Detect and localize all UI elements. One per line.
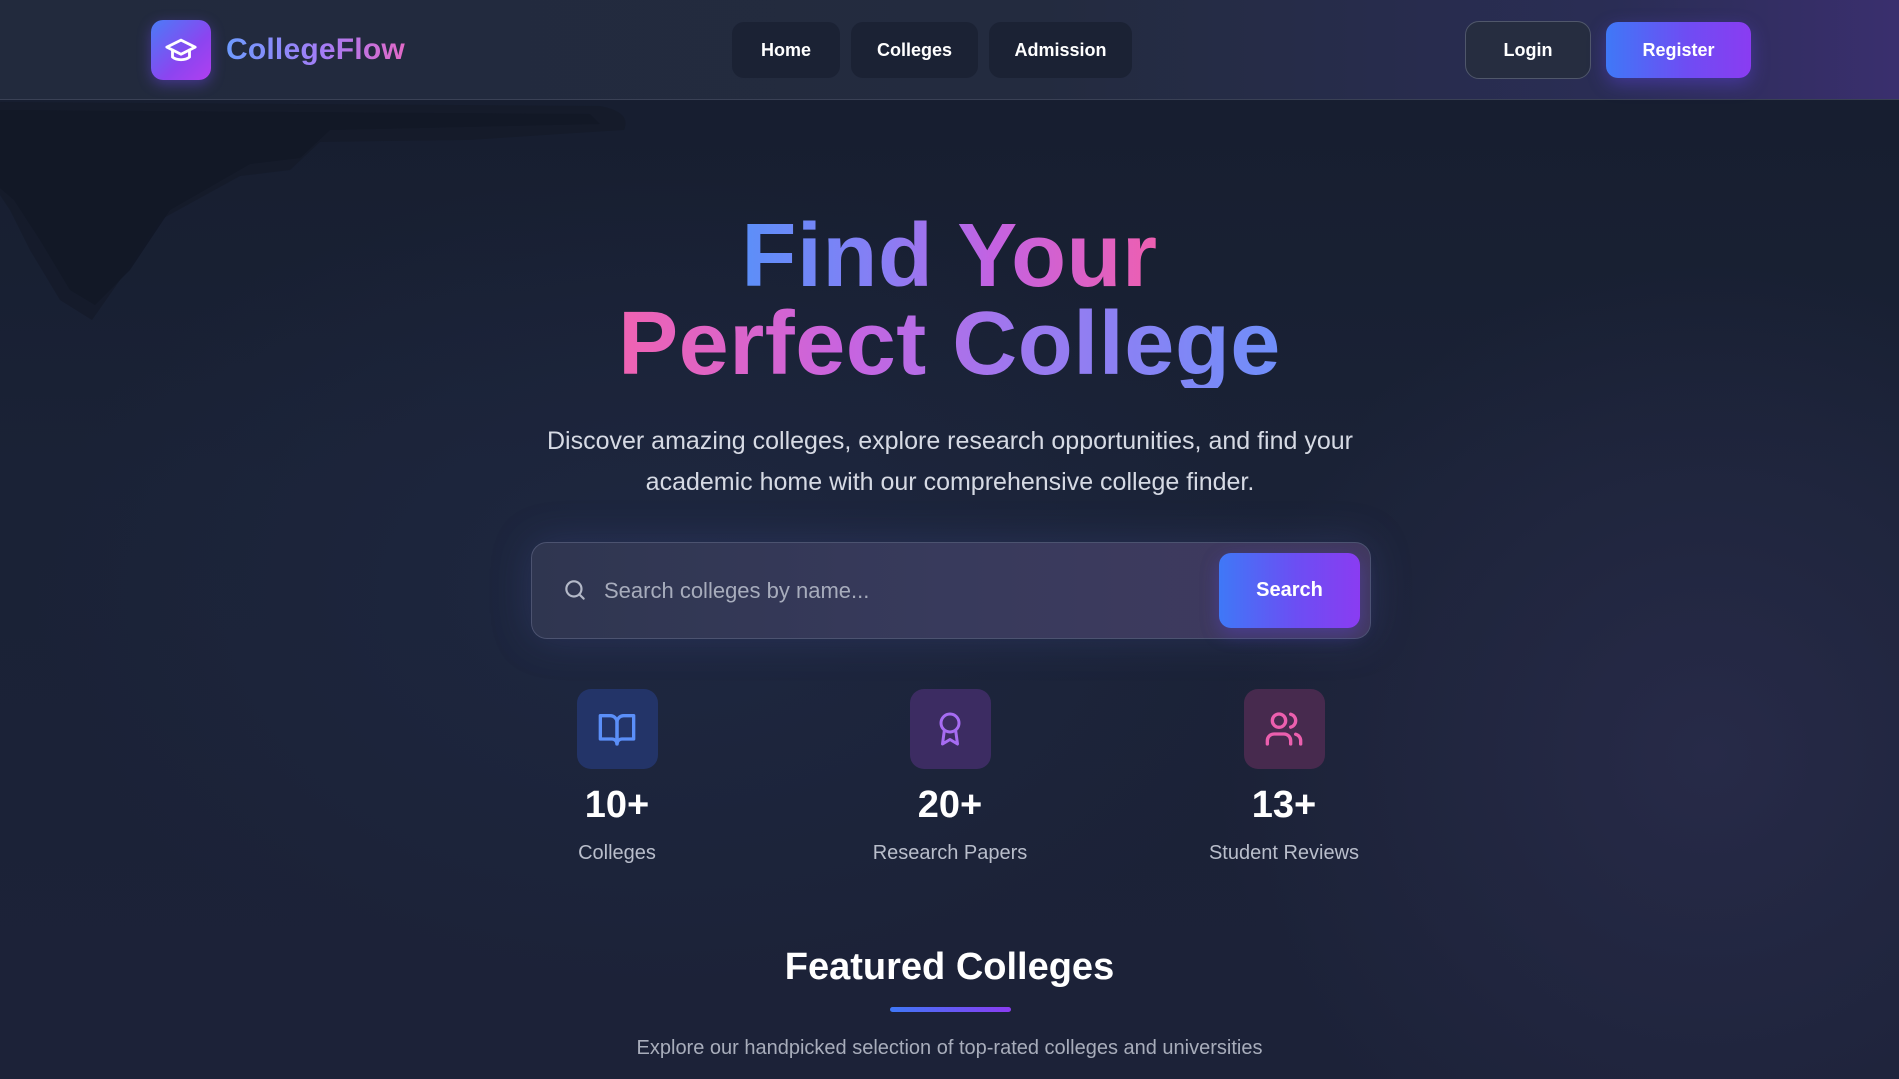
login-button[interactable]: Login (1465, 21, 1591, 79)
search-input[interactable] (602, 565, 1166, 617)
nav-home[interactable]: Home (732, 22, 840, 78)
featured-colleges-heading: Featured Colleges (784, 946, 1115, 988)
stat-label: Colleges (578, 842, 656, 864)
stat-colleges: 10+ Colleges (497, 689, 737, 865)
stat-label: Research Papers (872, 842, 1028, 864)
heading-underline (890, 1007, 1011, 1012)
brand-name: CollegeFlow (226, 33, 405, 66)
stat-label: Student Reviews (1208, 842, 1360, 864)
hero-heading: Find Your Perfect College (0, 206, 1899, 394)
main-nav: Home Colleges Admission (732, 22, 1132, 78)
nav-colleges[interactable]: Colleges (851, 22, 978, 78)
stat-value: 10+ (584, 784, 650, 826)
stat-student-reviews: 13+ Student Reviews (1164, 689, 1404, 865)
register-button[interactable]: Register (1606, 22, 1751, 78)
nav-admission[interactable]: Admission (989, 22, 1132, 78)
stat-research-papers: 20+ Research Papers (830, 689, 1070, 865)
users-icon (1243, 689, 1325, 769)
stat-value: 20+ (917, 784, 983, 826)
featured-colleges-subtitle: Explore our handpicked selection of top-… (636, 1037, 1263, 1059)
graduation-cap-icon (151, 20, 211, 80)
hero-subtitle: Discover amazing colleges, explore resea… (547, 427, 1353, 496)
search-button[interactable]: Search (1219, 553, 1360, 628)
search-icon (562, 577, 588, 608)
brand-logo[interactable]: CollegeFlow (151, 20, 405, 80)
hero-title-line1: Find Your (741, 206, 1158, 306)
search-bar: Search (531, 542, 1371, 639)
hero-title-line2: Perfect College (618, 294, 1281, 394)
award-icon (909, 689, 991, 769)
book-open-icon (576, 689, 658, 769)
stat-value: 13+ (1251, 784, 1317, 826)
top-navbar: CollegeFlow Home Colleges Admission Logi… (0, 0, 1899, 100)
